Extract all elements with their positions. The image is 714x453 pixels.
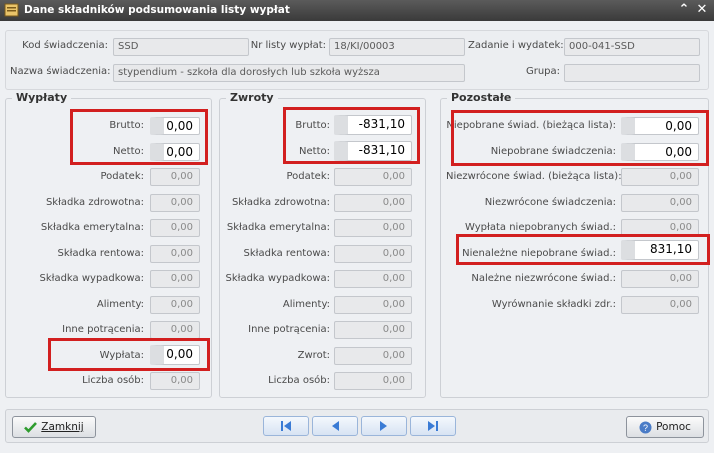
nalezne-niezwrocone-label: Należne niezwrócone świad.: [471,273,616,284]
first-record-button[interactable] [263,416,309,436]
grupa-label: Grupa: [525,66,560,77]
zwroty-podatek-label: Podatek: [286,171,330,182]
group-wyplaty-title: Wypłaty [12,91,72,104]
nr-listy-field[interactable]: 18/KI/00003 [329,38,465,56]
zwroty-skladka-emerytalna-field[interactable]: 0,00 [334,219,412,237]
wyplaty-liczba-osob-label: Liczba osób: [82,375,144,386]
zwroty-alimenty-field[interactable]: 0,00 [334,296,412,314]
zadanie-label: Zadanie i wydatek: [468,40,564,51]
skip-last-icon [428,421,438,431]
wyplaty-podatek-label: Podatek: [100,171,144,182]
close-button-label: Zamknij [41,421,84,433]
app-icon [4,3,19,17]
wyplaty-podatek-field[interactable]: 0,00 [150,168,200,186]
svg-text:?: ? [643,423,648,433]
zwroty-skladka-wypadkowa-label: Składka wypadkowa: [225,273,330,284]
wyplaty-skladka-rentowa-field[interactable]: 0,00 [150,245,200,263]
niezwrocone-biezaca-label: Niezwrócone świad. (bieżąca lista): [446,171,622,182]
zwroty-inne-potracenia-label: Inne potrącenia: [248,324,330,335]
zwroty-zwrot-label: Zwrot: [297,350,330,361]
niezwrocone-swiadczenia-field[interactable]: 0,00 [621,194,699,212]
wyplaty-liczba-osob-field[interactable]: 0,00 [150,372,200,390]
last-record-button[interactable] [410,416,456,436]
zadanie-field[interactable]: 000-041-SSD [564,38,700,56]
wyplaty-alimenty-field[interactable]: 0,00 [150,296,200,314]
kod-field[interactable]: SSD [113,38,249,56]
checkmark-icon [24,422,38,433]
zwroty-skladka-zdrowotna-field[interactable]: 0,00 [334,194,412,212]
close-button[interactable]: Zamknij [12,416,96,438]
skip-first-icon [281,421,291,431]
zwroty-skladka-rentowa-label: Składka rentowa: [243,248,330,259]
zwroty-alimenty-label: Alimenty: [282,299,330,310]
nr-listy-label: Nr listy wypłat: [250,40,326,51]
grupa-field[interactable] [564,64,700,82]
wyplaty-skladka-emerytalna-label: Składka emerytalna: [40,222,144,233]
zwroty-podatek-field[interactable]: 0,00 [334,168,412,186]
wyrownanie-skladki-label: Wyrównanie składki zdr.: [491,299,616,310]
nalezne-niezwrocone-field[interactable]: 0,00 [621,270,699,288]
wyplaty-inne-potracenia-field[interactable]: 0,00 [150,321,200,339]
wyplaty-skladka-wypadkowa-label: Składka wypadkowa: [39,273,144,284]
wyplaty-skladka-emerytalna-field[interactable]: 0,00 [150,219,200,237]
group-pozostale-title: Pozostałe [447,91,516,104]
wyplaty-inne-potracenia-label: Inne potrącenia: [62,324,144,335]
close-icon[interactable]: ✕ [694,2,710,18]
highlight-box-wyplaty-brutto-netto [70,109,208,165]
wyplaty-skladka-rentowa-label: Składka rentowa: [57,248,144,259]
nazwa-field[interactable]: stypendium - szkoła dla dorosłych lub sz… [113,64,465,82]
highlight-box-wyplata [48,338,210,371]
wyplaty-skladka-zdrowotna-label: Składka zdrowotna: [45,197,144,208]
next-record-button[interactable] [361,416,407,436]
arrow-right-icon [380,421,387,431]
wyplata-niepobranych-label: Wypłata niepobranych świad.: [465,222,616,233]
kod-label: Kod świadczenia: [22,40,108,51]
title-bar[interactable]: Dane składników podsumowania listy wypła… [0,0,714,21]
dialog-window: Dane składników podsumowania listy wypła… [0,0,714,453]
niezwrocone-swiadczenia-label: Niezwrócone świadczenia: [484,197,616,208]
collapse-icon[interactable]: ⌃ [676,2,692,18]
zwroty-inne-potracenia-field[interactable]: 0,00 [334,321,412,339]
zwroty-zwrot-field[interactable]: 0,00 [334,347,412,365]
previous-record-button[interactable] [312,416,358,436]
arrow-left-icon [332,421,339,431]
highlight-box-nienalezne [456,234,710,265]
zwroty-liczba-osob-field[interactable]: 0,00 [334,372,412,390]
highlight-box-zwroty-brutto-netto [283,107,420,164]
zwroty-liczba-osob-label: Liczba osób: [268,375,330,386]
help-button[interactable]: ? Pomoc [626,416,704,438]
wyplaty-skladka-wypadkowa-field[interactable]: 0,00 [150,270,200,288]
zwroty-skladka-emerytalna-label: Składka emerytalna: [226,222,330,233]
wyrownanie-skladki-field[interactable]: 0,00 [621,296,699,314]
group-zwroty-title: Zwroty [226,91,278,104]
wyplaty-alimenty-label: Alimenty: [96,299,144,310]
help-icon: ? [639,421,652,433]
zwroty-skladka-rentowa-field[interactable]: 0,00 [334,245,412,263]
wyplaty-skladka-zdrowotna-field[interactable]: 0,00 [150,194,200,212]
zwroty-skladka-zdrowotna-label: Składka zdrowotna: [231,197,330,208]
window-title: Dane składników podsumowania listy wypła… [24,4,290,16]
nazwa-label: Nazwa świadczenia: [10,66,111,77]
highlight-box-niepobrane [451,110,709,166]
help-button-label: Pomoc [656,421,691,433]
niezwrocone-biezaca-field[interactable]: 0,00 [621,168,699,186]
zwroty-skladka-wypadkowa-field[interactable]: 0,00 [334,270,412,288]
